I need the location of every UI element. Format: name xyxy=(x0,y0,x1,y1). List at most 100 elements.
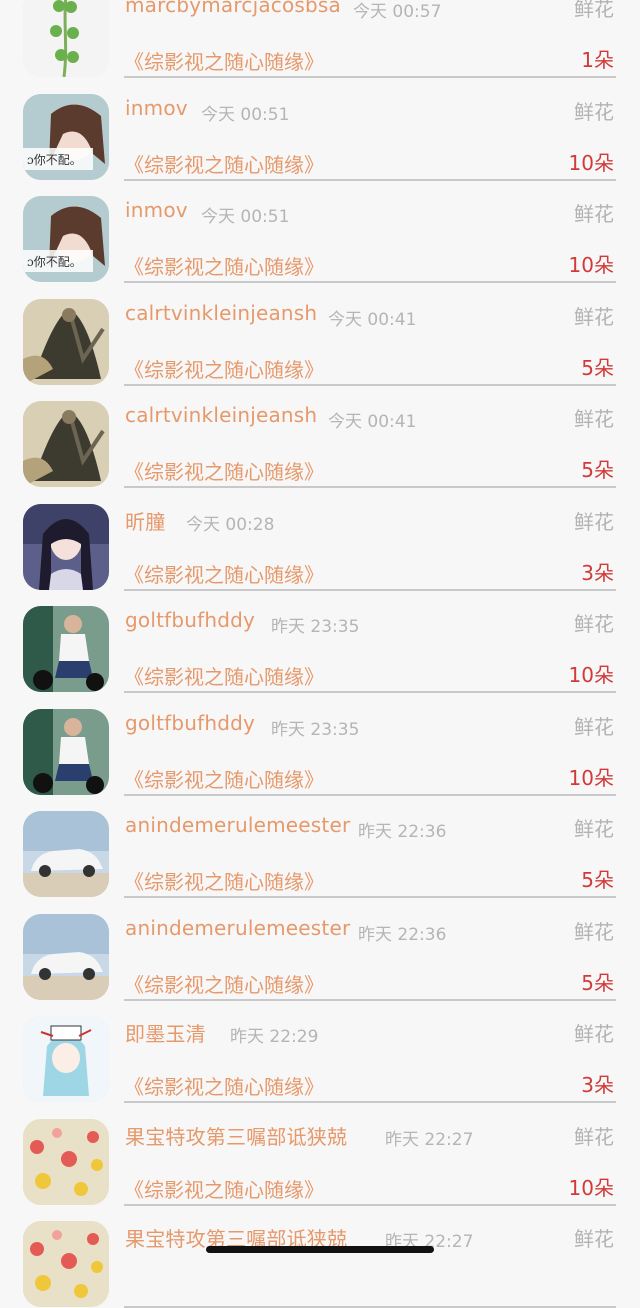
gift-type-label: 鲜花 xyxy=(574,714,614,739)
avatar[interactable] xyxy=(23,708,109,795)
gift-type-label: 鲜花 xyxy=(574,919,614,944)
gift-count: 5朵 xyxy=(581,868,614,892)
book-title-link[interactable]: 《综影视之随心随缘》 xyxy=(124,149,324,178)
gift-type-label: 鲜花 xyxy=(574,1227,614,1251)
gift-count: 5朵 xyxy=(581,355,614,380)
sender-name: 即墨玉清 xyxy=(125,1022,206,1046)
gift-type-label: 鲜花 xyxy=(574,1124,614,1149)
book-title-link[interactable]: 《综影视之随心随缘》 xyxy=(124,866,324,895)
girl-quote-avatar: ɔ你不配。 xyxy=(23,196,109,282)
list-item[interactable]: 果宝特攻第三嘱部诋狭兢 昨天 22:27 鲜花 《综影视之随心随缘》 10朵 xyxy=(0,1101,640,1206)
sender-name: 果宝特攻第三嘱部诋狭兢 xyxy=(125,1124,348,1149)
gift-time: 昨天 23:35 xyxy=(271,617,360,637)
flowers-avatar xyxy=(23,1221,109,1307)
gift-time: 今天 00:57 xyxy=(353,2,442,22)
avatar[interactable] xyxy=(23,401,109,487)
home-indicator[interactable] xyxy=(206,1246,434,1253)
list-item[interactable]: goltfbufhddy 昨天 23:35 鲜花 《综影视之随心随缘》 10朵 xyxy=(0,588,640,693)
gift-time: 昨天 22:36 xyxy=(358,924,447,945)
list-item[interactable]: calrtvinkleinjeansh 今天 00:41 鲜花 《综影视之随心随… xyxy=(0,383,640,488)
sender-name: goltfbufhddy xyxy=(125,608,256,632)
warrior-avatar xyxy=(23,401,109,487)
gift-time: 昨天 22:29 xyxy=(230,1027,319,1047)
avatar[interactable] xyxy=(23,0,109,77)
list-item[interactable]: 果宝特攻第三嘱部诋狭兢 昨天 22:27 鲜花 xyxy=(0,1203,640,1308)
warrior-avatar xyxy=(23,298,109,385)
avatar[interactable] xyxy=(23,1221,109,1307)
gift-time: 昨天 23:35 xyxy=(271,719,360,740)
gift-count: 10朵 xyxy=(568,663,614,687)
list-item[interactable]: marcbymarcjacosbsa 今天 00:57 鲜花 《综影视之随心随缘… xyxy=(0,0,640,78)
book-title-link[interactable]: 《综影视之随心随缘》 xyxy=(124,661,324,690)
gift-type-label: 鲜花 xyxy=(574,1022,614,1046)
gift-type-label: 鲜花 xyxy=(574,612,614,636)
list-item[interactable]: ɔ你不配。 inmov 今天 00:51 鲜花 《综影视之随心随缘》 10朵 xyxy=(0,76,640,181)
list-item[interactable]: 即墨玉清 昨天 22:29 鲜花 《综影视之随心随缘》 3朵 xyxy=(0,998,640,1103)
chibi-girl-avatar xyxy=(23,1016,109,1102)
car-avatar xyxy=(23,913,109,1000)
avatar[interactable] xyxy=(23,503,109,590)
book-title-link[interactable]: 《综影视之随心随缘》 xyxy=(124,764,324,793)
gift-time: 今天 00:41 xyxy=(328,412,417,432)
car-avatar xyxy=(23,811,109,897)
sender-name: calrtvinkleinjeansh xyxy=(125,403,318,427)
gift-count: 1朵 xyxy=(581,48,614,72)
book-title-link[interactable]: 《综影视之随心随缘》 xyxy=(124,1174,324,1203)
gift-type-label: 鲜花 xyxy=(574,509,614,534)
sender-name: inmov xyxy=(125,198,188,222)
gift-type-label: 鲜花 xyxy=(574,304,614,329)
book-title-link[interactable]: 《综影视之随心随缘》 xyxy=(124,251,324,280)
gift-count: 3朵 xyxy=(581,560,614,585)
gift-count: 10朵 xyxy=(568,150,614,175)
sender-name: 昕朣 xyxy=(125,509,166,534)
list-item[interactable]: 昕朣 今天 00:28 鲜花 《综影视之随心随缘》 3朵 xyxy=(0,486,640,591)
book-title-link[interactable]: 《综影视之随心随缘》 xyxy=(124,46,324,75)
svg-text:ɔ你不配。: ɔ你不配。 xyxy=(27,153,82,167)
sender-name: anindemerulemeester xyxy=(125,813,351,837)
man-motorbike-avatar xyxy=(23,606,109,692)
book-title-link[interactable]: 《综影视之随心随缘》 xyxy=(124,354,324,383)
avatar[interactable] xyxy=(23,606,109,692)
sender-name: calrtvinkleinjeansh xyxy=(125,300,318,325)
gift-time: 今天 00:51 xyxy=(201,104,290,125)
list-item[interactable]: anindemerulemeester 昨天 22:36 鲜花 《综影视之随心随… xyxy=(0,793,640,898)
avatar[interactable] xyxy=(23,298,109,385)
list-item[interactable]: goltfbufhddy 昨天 23:35 鲜花 《综影视之随心随缘》 10朵 xyxy=(0,691,640,796)
gift-count: 10朵 xyxy=(568,765,614,790)
avatar[interactable] xyxy=(23,1016,109,1102)
sender-name: anindemerulemeester xyxy=(125,915,351,940)
list-item[interactable]: calrtvinkleinjeansh 今天 00:41 鲜花 《综影视之随心随… xyxy=(0,281,640,386)
gift-count: 10朵 xyxy=(568,253,614,277)
book-title-link[interactable]: 《综影视之随心随缘》 xyxy=(124,456,324,485)
avatar[interactable] xyxy=(23,913,109,1000)
gift-type-label: 鲜花 xyxy=(574,0,614,21)
gift-time: 今天 00:41 xyxy=(328,309,417,330)
list-item[interactable]: anindemerulemeester 昨天 22:36 鲜花 《综影视之随心随… xyxy=(0,896,640,1001)
gift-time: 今天 00:51 xyxy=(201,207,290,227)
book-title-link[interactable]: 《综影视之随心随缘》 xyxy=(124,1071,324,1100)
clover-avatar xyxy=(23,0,109,77)
flowers-avatar xyxy=(23,1118,109,1205)
avatar[interactable]: ɔ你不配。 xyxy=(23,196,109,282)
gift-type-label: 鲜花 xyxy=(574,407,614,431)
avatar[interactable] xyxy=(23,1118,109,1205)
gift-count: 3朵 xyxy=(581,1073,614,1097)
list-item[interactable]: ɔ你不配。 inmov 今天 00:51 鲜花 《综影视之随心随缘》 10朵 xyxy=(0,178,640,283)
man-motorbike-avatar xyxy=(23,708,109,795)
sender-name: marcbymarcjacosbsa xyxy=(125,0,342,17)
gift-type-label: 鲜花 xyxy=(574,817,614,841)
avatar[interactable]: ɔ你不配。 xyxy=(23,93,109,180)
gift-time: 昨天 22:36 xyxy=(358,822,447,842)
sender-name: inmov xyxy=(125,95,188,120)
anime-girl-avatar xyxy=(23,503,109,590)
gift-record-list[interactable]: marcbymarcjacosbsa 今天 00:57 鲜花 《综影视之随心随缘… xyxy=(0,0,640,1308)
sender-name: goltfbufhddy xyxy=(125,710,256,735)
book-title-link[interactable]: 《综影视之随心随缘》 xyxy=(124,969,324,998)
avatar[interactable] xyxy=(23,811,109,897)
gift-time: 昨天 22:27 xyxy=(385,1129,474,1150)
book-title-link[interactable]: 《综影视之随心随缘》 xyxy=(124,559,324,588)
gift-count: 5朵 xyxy=(581,970,614,995)
gift-count: 10朵 xyxy=(568,1175,614,1200)
gift-type-label: 鲜花 xyxy=(574,99,614,124)
girl-quote-avatar: ɔ你不配。 xyxy=(23,93,109,180)
